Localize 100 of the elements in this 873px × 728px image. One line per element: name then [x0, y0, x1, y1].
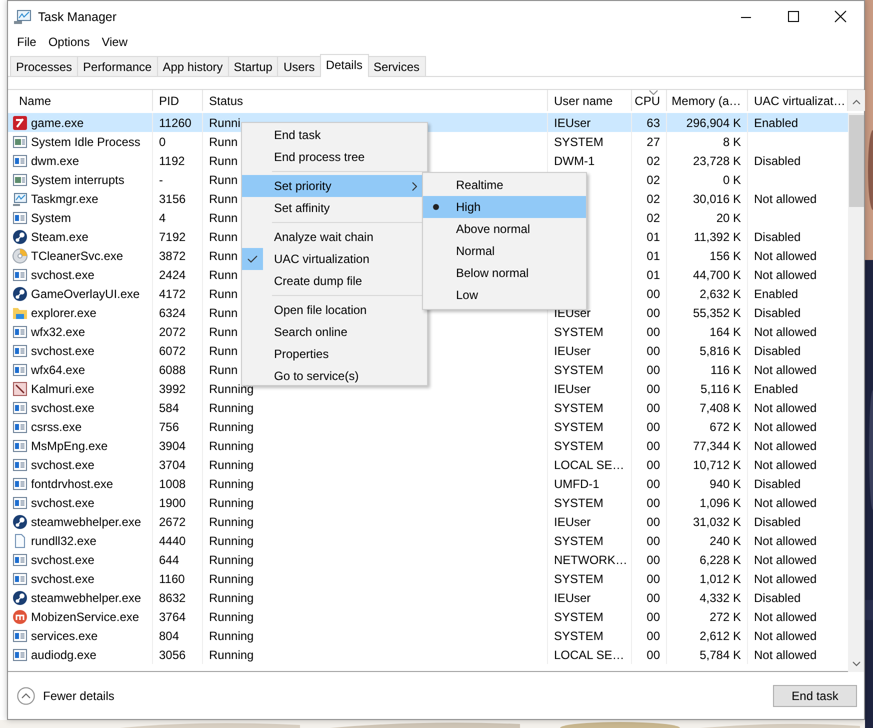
table-cell: 644	[159, 552, 180, 567]
column-header[interactable]: User name	[554, 94, 613, 108]
menu-item[interactable]: High	[423, 196, 586, 218]
table-cell: 3704	[159, 458, 186, 472]
menu-item[interactable]: Search online	[242, 321, 427, 343]
table-cell: 6072	[159, 344, 186, 358]
table-cell: 00	[646, 344, 660, 358]
table-cell: Runn	[209, 154, 238, 168]
process-name: Steam.exe	[31, 230, 88, 244]
table-cell: 6088	[159, 362, 186, 377]
tab[interactable]: Performance	[77, 56, 158, 76]
table-cell: SYSTEM	[554, 610, 604, 624]
window-title: Task Manager	[38, 10, 117, 24]
menu-item[interactable]: Properties	[242, 343, 427, 365]
process-name: svchost.exe	[31, 400, 94, 415]
column-header[interactable]: CPU	[634, 94, 660, 108]
table-cell: 0	[159, 134, 166, 149]
column-header[interactable]: Name	[19, 94, 52, 108]
table-cell: 1900	[159, 496, 186, 510]
table-cell: Not allowed	[754, 552, 817, 567]
process-name: MobizenService.exe	[31, 610, 140, 624]
table-cell: Disabled	[754, 154, 801, 168]
table-cell: Running	[209, 476, 254, 491]
tab[interactable]: Services	[368, 56, 426, 76]
tab[interactable]: Users	[277, 56, 321, 76]
menu-item[interactable]: Low	[423, 284, 586, 306]
table-cell: 1192	[159, 154, 185, 168]
table-cell: Not allowed	[754, 458, 817, 472]
process-name: svchost.exe	[31, 344, 94, 358]
menu-item[interactable]: End process tree	[242, 146, 427, 168]
process-name: TCleanerSvc.exe	[31, 248, 124, 263]
table-cell: 01	[646, 268, 660, 282]
table-cell: Disabled	[754, 344, 801, 358]
table-cell: 1160	[159, 572, 185, 586]
table-cell: Not allowed	[754, 496, 817, 510]
process-name: svchost.exe	[31, 552, 94, 567]
process-name: services.exe	[31, 628, 98, 643]
column-header[interactable]: UAC virtualizat…	[754, 94, 846, 108]
table-cell: LOCAL SE…	[554, 648, 624, 662]
table-cell: Not allowed	[754, 534, 817, 548]
table-cell: Running	[209, 572, 254, 586]
table-cell: 27	[646, 134, 660, 149]
table-cell: 156 K	[710, 248, 741, 263]
table-cell: Runn	[209, 286, 238, 301]
tab[interactable]: Processes	[10, 56, 78, 76]
process-name: Kalmuri.exe	[31, 382, 94, 396]
table-cell: Enabled	[754, 116, 798, 130]
table-cell: 10,712 K	[692, 458, 741, 472]
table-cell: Not allowed	[754, 628, 817, 643]
table-cell: Not allowed	[754, 362, 817, 377]
menu-item[interactable]: Options	[42, 34, 96, 49]
table-cell: 02	[646, 172, 660, 187]
table-cell: 6,228 K	[700, 552, 741, 567]
tab[interactable]: Startup	[228, 56, 278, 76]
table-cell: 3156	[159, 192, 186, 206]
menu-item[interactable]: File	[11, 34, 42, 49]
process-name: MsMpEng.exe	[31, 438, 108, 453]
table-cell: Running	[209, 648, 254, 662]
process-name: steamwebhelper.exe	[31, 590, 142, 605]
process-name: csrss.exe	[31, 420, 82, 434]
menu-item[interactable]: Above normal	[423, 218, 586, 240]
table-cell: 296,904 K	[686, 116, 741, 130]
table-cell: SYSTEM	[554, 420, 604, 434]
table-cell: 756	[159, 420, 180, 434]
table-cell: Not allowed	[754, 610, 817, 624]
tab[interactable]: App history	[156, 56, 229, 76]
column-header[interactable]: Status	[209, 94, 244, 108]
table-cell: 4,332 K	[700, 590, 741, 605]
menu-item[interactable]: View	[96, 34, 134, 49]
table-cell: Not allowed	[754, 400, 817, 415]
table-cell: IEUser	[554, 514, 591, 529]
table-cell: 00	[646, 438, 660, 453]
table-cell: 1008	[159, 476, 186, 491]
table-cell: 20 K	[716, 210, 741, 225]
table-cell: Running	[209, 420, 254, 434]
table-cell: 584	[159, 400, 180, 415]
table-cell: 77,344 K	[692, 438, 741, 453]
table-cell: Running	[209, 458, 254, 472]
table-cell: Running	[209, 496, 254, 510]
table-cell: 23,728 K	[692, 154, 741, 168]
table-cell: Not allowed	[754, 268, 817, 282]
fewer-details-button[interactable]: Fewer details	[17, 686, 114, 705]
table-cell: 00	[646, 514, 660, 529]
table-cell: 00	[646, 286, 660, 301]
column-header[interactable]: Memory (a…	[672, 94, 741, 108]
table-cell: 00	[646, 534, 660, 548]
table-cell: Disabled	[754, 590, 801, 605]
table-cell: SYSTEM	[554, 134, 604, 149]
table-cell: 2672	[159, 514, 186, 529]
table-cell: 00	[646, 458, 660, 472]
table-cell: 2,612 K	[700, 628, 741, 643]
table-cell: 00	[646, 306, 660, 320]
column-header[interactable]: PID	[159, 94, 180, 108]
table-cell: Runn	[209, 324, 238, 339]
table-cell: 31,032 K	[692, 514, 741, 529]
table-cell: 8 K	[722, 134, 741, 149]
table-cell: SYSTEM	[554, 438, 604, 453]
table-cell: Disabled	[754, 306, 801, 320]
end-task-button[interactable]: End task	[773, 684, 857, 707]
tab[interactable]: Details	[320, 54, 368, 78]
